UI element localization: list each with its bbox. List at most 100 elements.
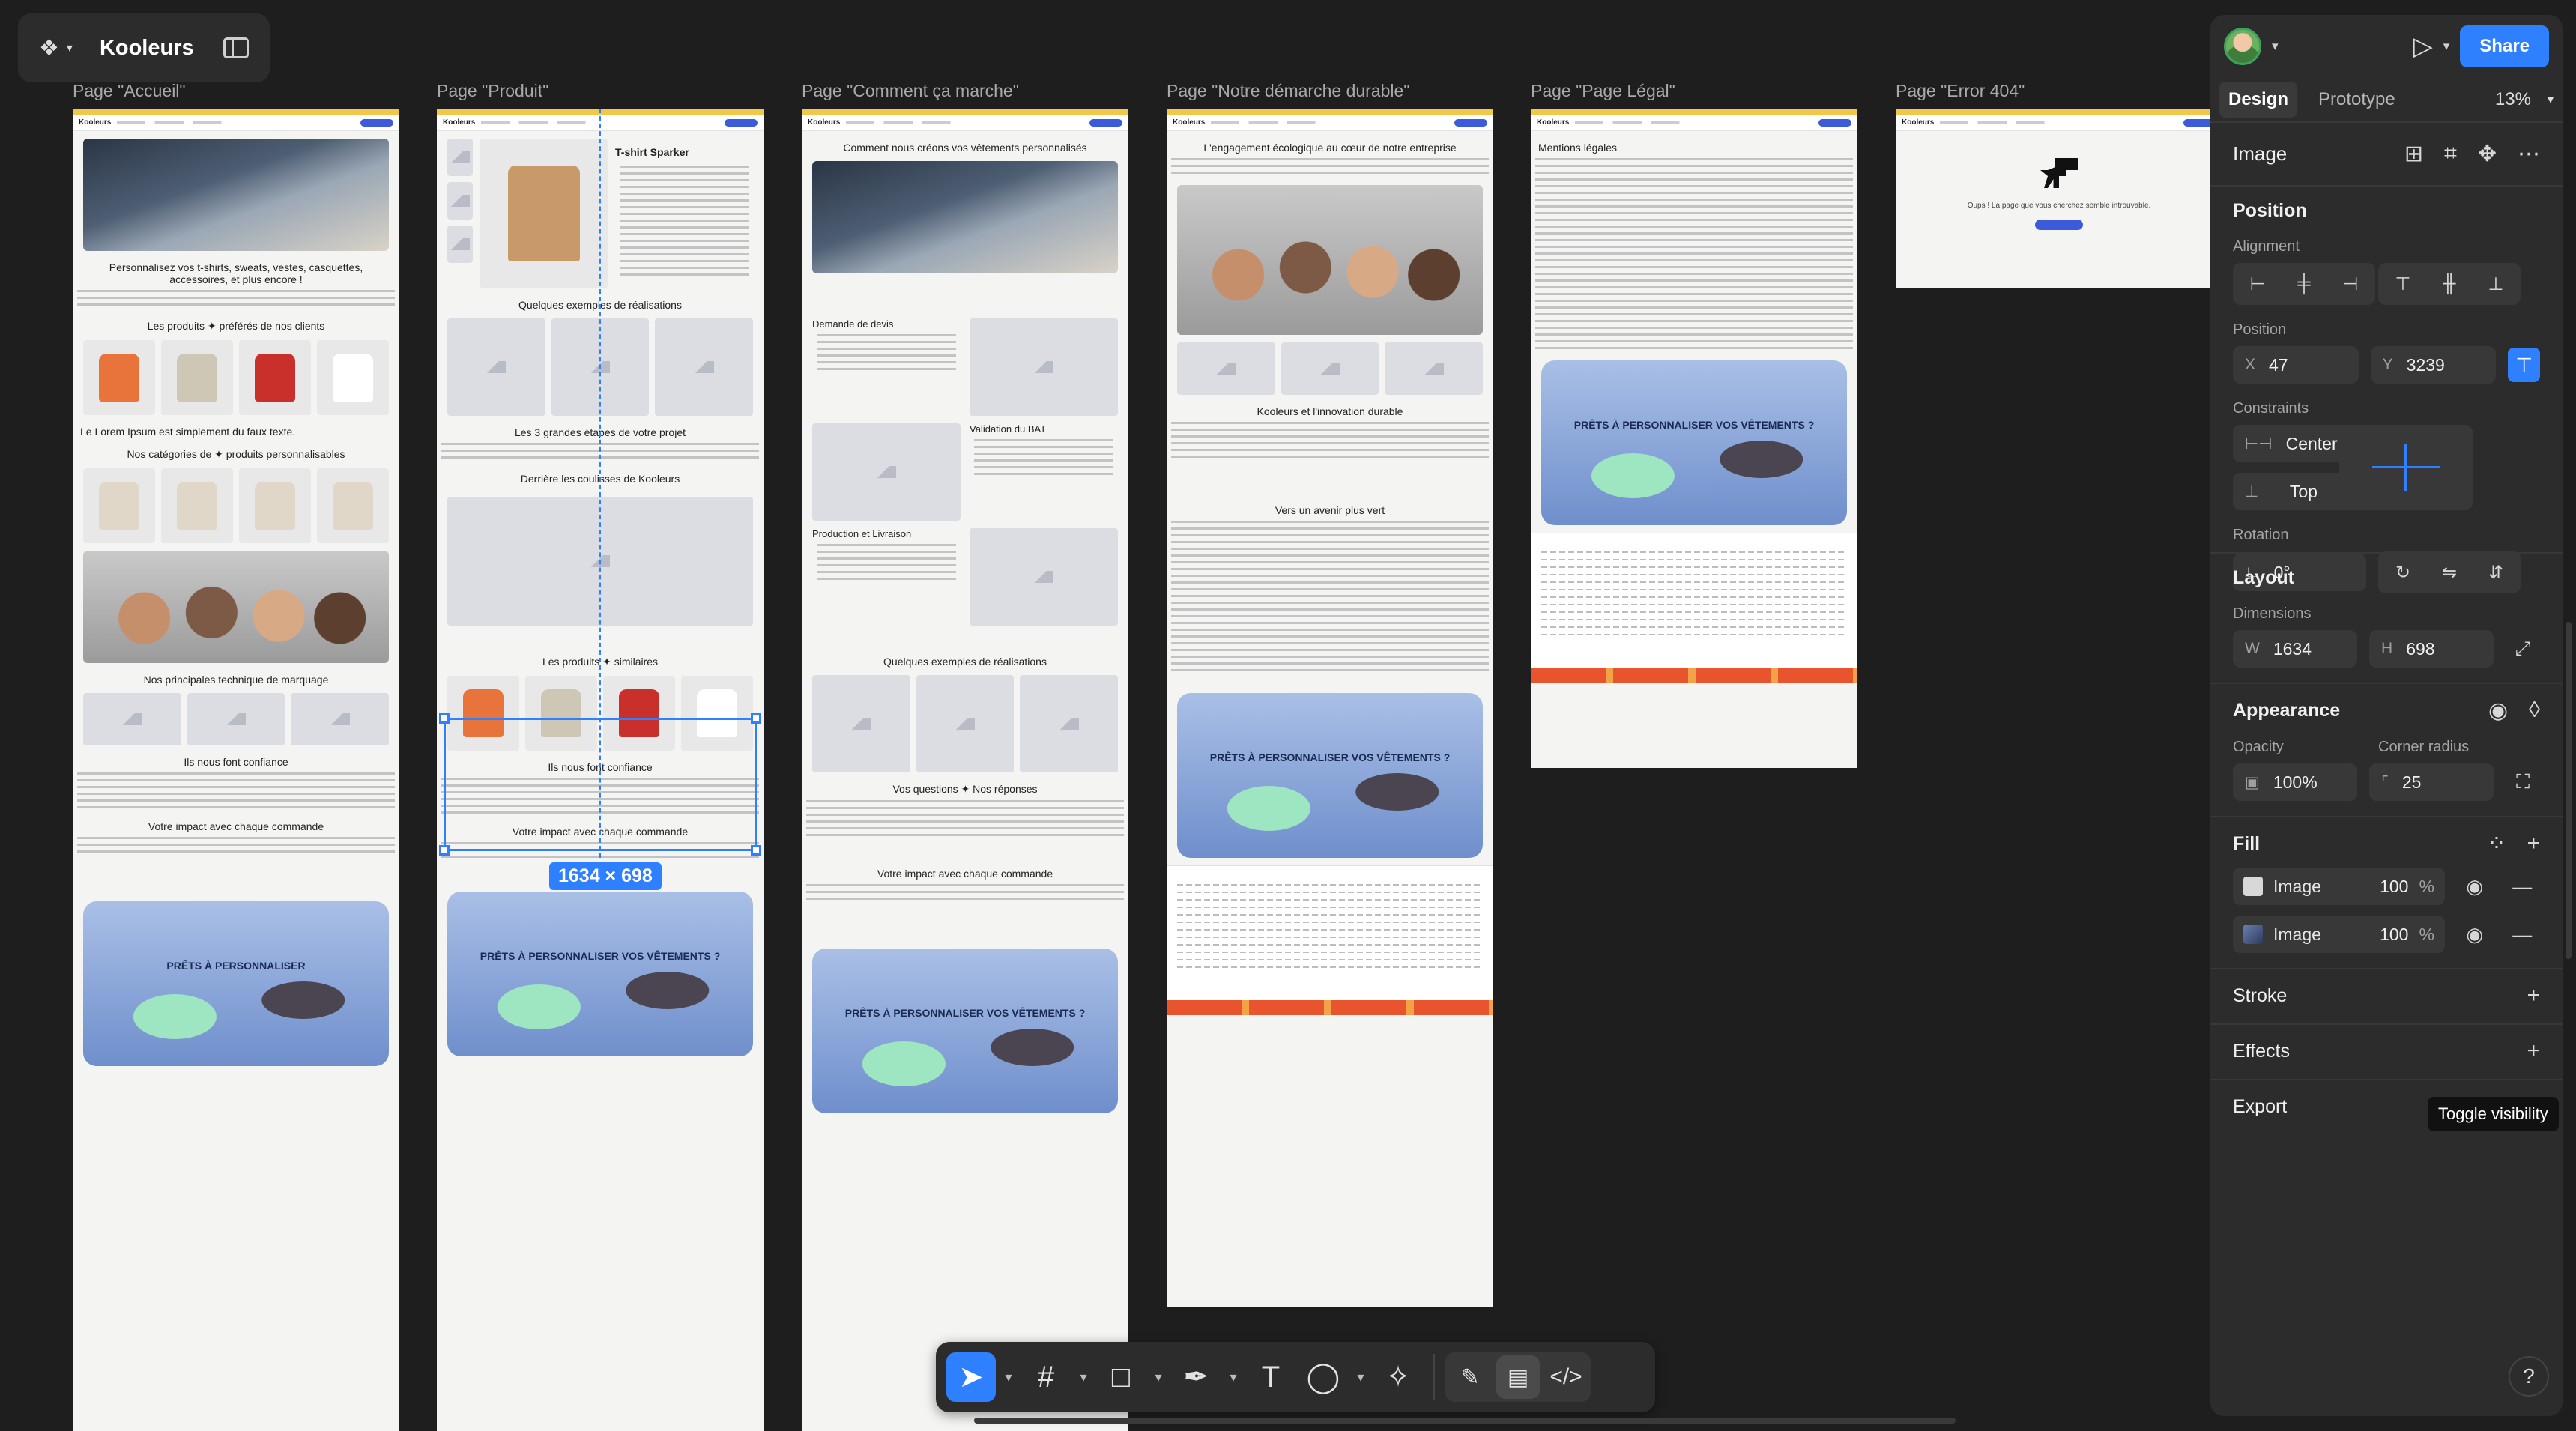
- chevron-down-icon[interactable]: ▾: [1074, 1370, 1093, 1385]
- frame-legal[interactable]: Kooleurs Mentions légales PRÊTS À PERSON…: [1531, 109, 1857, 768]
- frame-label-produit[interactable]: Page "Produit": [437, 81, 548, 101]
- remove-fill-icon[interactable]: —: [2504, 868, 2540, 905]
- tab-prototype[interactable]: Prototype: [2309, 82, 2404, 118]
- legal-heading-1: Mentions légales: [1538, 142, 1618, 154]
- product-title: T-shirt Sparker: [615, 146, 689, 158]
- cta-image[interactable]: PRÊTS À PERSONNALISER: [83, 901, 389, 1066]
- frame-label-durable[interactable]: Page "Notre démarche durable": [1167, 81, 1409, 101]
- frame-durable[interactable]: Kooleurs L'engagement écologique au cœur…: [1167, 109, 1493, 1307]
- chevron-down-icon[interactable]: ▾: [999, 1370, 1018, 1385]
- team-image[interactable]: [83, 551, 389, 663]
- zoom-control[interactable]: 13% ▾: [2495, 89, 2554, 110]
- vertical-scrollbar[interactable]: [2566, 622, 2572, 959]
- constrain-position-icon[interactable]: ⊤: [2508, 348, 2541, 382]
- frame-accueil[interactable]: Kooleurs Personnalisez vos t-shirts, swe…: [73, 109, 399, 1431]
- actions-tool-icon[interactable]: ✧: [1373, 1352, 1423, 1402]
- main-menu-button[interactable]: ❖ ▾: [39, 35, 73, 61]
- hero-image[interactable]: [83, 139, 389, 251]
- comment-hero-image[interactable]: [812, 161, 1118, 273]
- design-mode-icon[interactable]: ▤: [1496, 1355, 1540, 1399]
- align-center-v-icon[interactable]: ╫: [2428, 266, 2471, 302]
- dev-mode-icon[interactable]: </>: [1544, 1355, 1588, 1399]
- cta-image[interactable]: PRÊTS À PERSONNALISER VOS VÊTEMENTS ?: [447, 892, 753, 1056]
- products-row[interactable]: [83, 340, 389, 415]
- accueil-heading-6: Ils nous font confiance: [184, 756, 288, 768]
- layout-title: Layout: [2233, 567, 2294, 588]
- frame-label-comment[interactable]: Page "Comment ça marche": [802, 81, 1019, 101]
- chevron-down-icon[interactable]: ▾: [1224, 1370, 1243, 1385]
- grid-icon[interactable]: ⊞: [2404, 141, 2423, 167]
- align-top-icon[interactable]: ⊤: [2381, 266, 2425, 302]
- blend-mode-icon[interactable]: ◊: [2529, 698, 2540, 724]
- frame-label-error[interactable]: Page "Error 404": [1896, 81, 2025, 101]
- move-tool-icon[interactable]: ➤: [946, 1352, 996, 1402]
- align-right-icon[interactable]: ⊣: [2329, 266, 2372, 302]
- toggle-sidebar-icon[interactable]: [223, 37, 249, 58]
- cta-image[interactable]: PRÊTS À PERSONNALISER VOS VÊTEMENTS ?: [812, 949, 1118, 1113]
- frame-label-legal[interactable]: Page "Page Légal": [1531, 81, 1675, 101]
- add-fill-icon[interactable]: +: [2527, 831, 2540, 857]
- corner-radius-label: Corner radius: [2378, 739, 2470, 755]
- constraint-widget[interactable]: [2339, 425, 2473, 510]
- opacity-input[interactable]: ▣ 100%: [2233, 763, 2358, 801]
- durable-hero-image[interactable]: [1177, 185, 1483, 335]
- resize-handle[interactable]: [751, 713, 761, 724]
- crop-icon[interactable]: ⌗: [2444, 141, 2457, 167]
- cta-image[interactable]: PRÊTS À PERSONNALISER VOS VÊTEMENTS ?: [1177, 693, 1483, 858]
- align-left-icon[interactable]: ⊢: [2236, 266, 2279, 302]
- fill-swatch[interactable]: [2243, 925, 2263, 944]
- chevron-down-icon[interactable]: ▾: [1351, 1370, 1370, 1385]
- pen-tool-icon[interactable]: ✒: [1171, 1352, 1221, 1402]
- independent-corners-icon[interactable]: ⛶: [2506, 763, 2540, 801]
- add-effect-icon[interactable]: +: [2527, 1038, 2540, 1064]
- frame-comment[interactable]: Kooleurs Comment nous créons vos vêtemen…: [802, 109, 1128, 1431]
- position-label: Position: [2233, 321, 2287, 338]
- styles-icon[interactable]: ⁘: [2487, 831, 2506, 857]
- more-icon[interactable]: ⋯: [2518, 141, 2540, 167]
- cta-image[interactable]: PRÊTS À PERSONNALISER VOS VÊTEMENTS ?: [1541, 360, 1847, 525]
- eye-icon[interactable]: ◉: [2488, 698, 2508, 724]
- y-input[interactable]: Y 3239: [2370, 346, 2497, 384]
- align-bottom-icon[interactable]: ⊥: [2474, 266, 2518, 302]
- frame-label-accueil[interactable]: Page "Accueil": [73, 81, 186, 101]
- chevron-down-icon[interactable]: ▾: [1149, 1370, 1168, 1385]
- add-stroke-icon[interactable]: +: [2527, 983, 2540, 1008]
- rectangle-tool-icon[interactable]: □: [1096, 1352, 1146, 1402]
- corner-radius-input[interactable]: ⌜ 25: [2369, 763, 2494, 801]
- width-input[interactable]: W 1634: [2233, 630, 2358, 668]
- fill-item[interactable]: Image 100%: [2233, 916, 2445, 953]
- fill-item[interactable]: Image 100%: [2233, 868, 2445, 905]
- component-icon[interactable]: ✥: [2478, 141, 2497, 167]
- tab-design[interactable]: Design: [2219, 82, 2298, 118]
- project-title[interactable]: Kooleurs: [86, 36, 210, 61]
- avatar[interactable]: [2224, 28, 2261, 65]
- present-play-icon[interactable]: ▷: [2413, 31, 2433, 61]
- frame-tool-icon[interactable]: #: [1021, 1352, 1071, 1402]
- resize-to-fit-icon[interactable]: ⤢: [2506, 630, 2540, 668]
- visibility-eye-icon[interactable]: ◉: [2457, 916, 2493, 953]
- remove-fill-icon[interactable]: —: [2504, 916, 2540, 953]
- fill-swatch[interactable]: [2243, 877, 2263, 896]
- share-button[interactable]: Share: [2460, 25, 2549, 67]
- horizontal-scrollbar[interactable]: [974, 1418, 1956, 1424]
- comment-tool-icon[interactable]: ◯: [1298, 1352, 1348, 1402]
- draw-mode-icon[interactable]: ✎: [1448, 1355, 1492, 1399]
- chevron-down-icon[interactable]: ▾: [2443, 39, 2450, 54]
- height-input[interactable]: H 698: [2369, 630, 2494, 668]
- frame-error[interactable]: Kooleurs Oups ! La page que vous cherche…: [1896, 109, 2222, 288]
- comment-heading-2: Quelques exemples de réalisations: [883, 656, 1047, 668]
- resize-handle[interactable]: [439, 713, 450, 724]
- visibility-eye-icon[interactable]: ◉: [2457, 868, 2493, 905]
- resize-handle[interactable]: [439, 845, 450, 856]
- text-tool-icon[interactable]: T: [1246, 1352, 1295, 1402]
- dimension-badge: 1634 × 698: [549, 862, 662, 890]
- error-home-button[interactable]: [2035, 220, 2083, 230]
- align-center-h-icon[interactable]: ╪: [2282, 266, 2326, 302]
- durable-heading-2: Kooleurs et l'innovation durable: [1257, 405, 1403, 417]
- selection-box[interactable]: [439, 713, 761, 856]
- alignment-label: Alignment: [2233, 238, 2300, 255]
- x-input[interactable]: X 47: [2233, 346, 2359, 384]
- resize-handle[interactable]: [751, 845, 761, 856]
- help-icon[interactable]: ?: [2509, 1356, 2549, 1397]
- chevron-down-icon[interactable]: ▾: [2272, 39, 2279, 54]
